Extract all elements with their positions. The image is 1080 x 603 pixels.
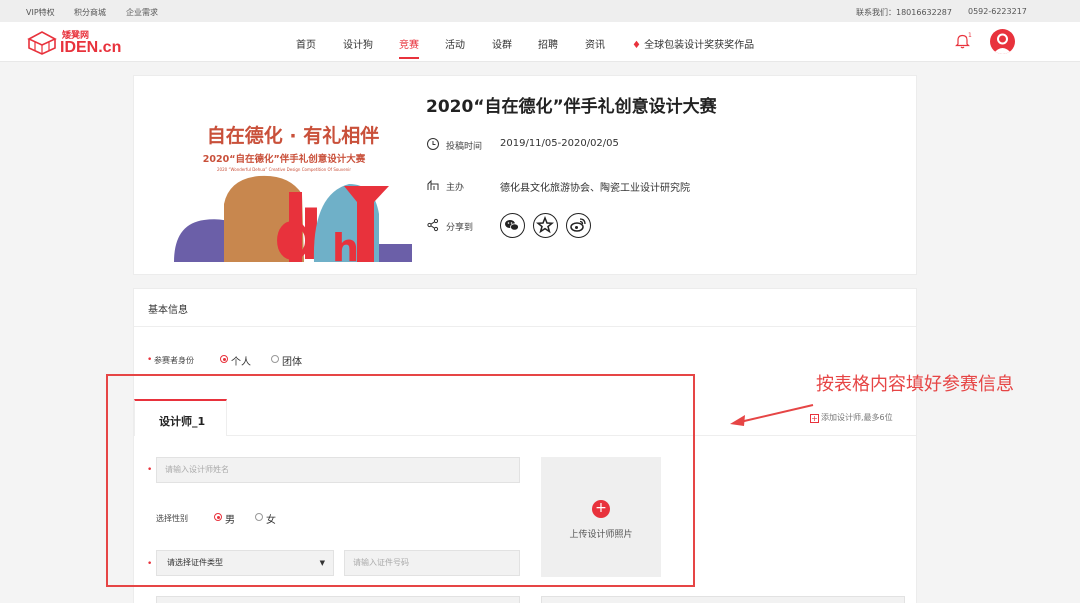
- notification-bell-icon[interactable]: 1: [954, 32, 972, 50]
- identity-radio-individual[interactable]: [220, 355, 228, 363]
- flame-icon: ♦: [632, 40, 641, 51]
- nav-jobs[interactable]: 招聘: [538, 36, 558, 51]
- next-field-input[interactable]: [156, 596, 520, 603]
- nav-designer[interactable]: 设计狗: [343, 36, 373, 51]
- logo-english-name: IDEN.cn: [60, 39, 122, 56]
- contact-text: 联系我们：18016632287: [856, 8, 952, 17]
- user-icon: [993, 33, 1012, 54]
- contact-phone: 0592-6223217: [968, 7, 1027, 16]
- nav-packaging-awards-label: 全球包装设计奖获奖作品: [644, 40, 755, 51]
- contest-banner-image: 自在德化 · 有礼相伴 2020“自在德化”伴手礼创意设计大赛 2020 “Wo…: [174, 124, 412, 264]
- wechat-icon[interactable]: [500, 213, 525, 238]
- points-mall-link[interactable]: 积分商城: [74, 7, 106, 18]
- banner-english: 2020 “Wonderful Dehua” Creative Design C…: [217, 167, 351, 172]
- annotation-text: 按表格内容填好参赛信息: [816, 374, 1014, 395]
- site-logo[interactable]: 矮凳网 IDEN.cn: [26, 26, 121, 58]
- identity-radio-team[interactable]: [271, 355, 279, 363]
- nav-news[interactable]: 资讯: [585, 36, 605, 51]
- vip-link[interactable]: VIP特权: [26, 7, 55, 18]
- add-designer-button[interactable]: + 添加设计师,最多6位: [810, 412, 893, 423]
- banner-slogan: 自在德化 · 有礼相伴: [207, 124, 379, 147]
- identity-option-individual[interactable]: 个人: [231, 353, 251, 368]
- period-value: 2019/11/05-2020/02/05: [500, 138, 619, 149]
- contest-title: 2020“自在德化”伴手礼创意设计大赛: [426, 97, 717, 117]
- required-mark: •: [147, 355, 153, 365]
- host-label: 主办: [446, 183, 465, 193]
- banner-letter-h: h: [332, 226, 359, 264]
- highlight-frame: [106, 374, 695, 587]
- star-icon[interactable]: [533, 213, 558, 238]
- organizer-icon: [427, 179, 439, 190]
- section-divider: [134, 326, 916, 327]
- notification-count: 1: [968, 32, 972, 39]
- user-avatar[interactable]: [990, 29, 1015, 54]
- period-label: 投稿时间: [446, 142, 483, 152]
- nav-competition[interactable]: 竞赛: [399, 36, 419, 51]
- add-designer-label: 添加设计师,最多6位: [821, 413, 893, 422]
- annotation-arrow-icon: [730, 404, 814, 426]
- section-title: 基本信息: [148, 305, 188, 316]
- share-icon: [427, 218, 439, 232]
- nav-activity[interactable]: 活动: [445, 36, 465, 51]
- nav-active-indicator: [399, 57, 419, 59]
- clock-icon: [427, 138, 439, 150]
- contest-summary-card: 自在德化 · 有礼相伴 2020“自在德化”伴手礼创意设计大赛 2020 “Wo…: [133, 75, 917, 275]
- weibo-icon[interactable]: [566, 213, 591, 238]
- identity-label: 参赛者身份: [154, 356, 194, 365]
- stool-logo-icon: [27, 31, 57, 55]
- share-label: 分享到: [446, 223, 474, 233]
- nav-home[interactable]: 首页: [296, 36, 316, 51]
- nav-groups[interactable]: 设群: [492, 36, 512, 51]
- banner-subtitle: 2020“自在德化”伴手礼创意设计大赛: [203, 153, 366, 165]
- main-header: 矮凳网 IDEN.cn 首页 设计狗 竞赛 活动 设群 招聘 资讯 ♦ 全球包装…: [0, 22, 1080, 62]
- top-utility-bar: VIP特权 积分商城 企业需求 联系我们：18016632287 0592-62…: [0, 0, 1080, 22]
- nav-packaging-awards[interactable]: ♦ 全球包装设计奖获奖作品: [632, 36, 754, 51]
- enterprise-demand-link[interactable]: 企业需求: [126, 7, 158, 18]
- next-field-input-right[interactable]: [541, 596, 905, 603]
- identity-option-team[interactable]: 团体: [282, 353, 302, 368]
- host-value: 德化县文化旅游协会、陶瓷工业设计研究院: [500, 183, 690, 194]
